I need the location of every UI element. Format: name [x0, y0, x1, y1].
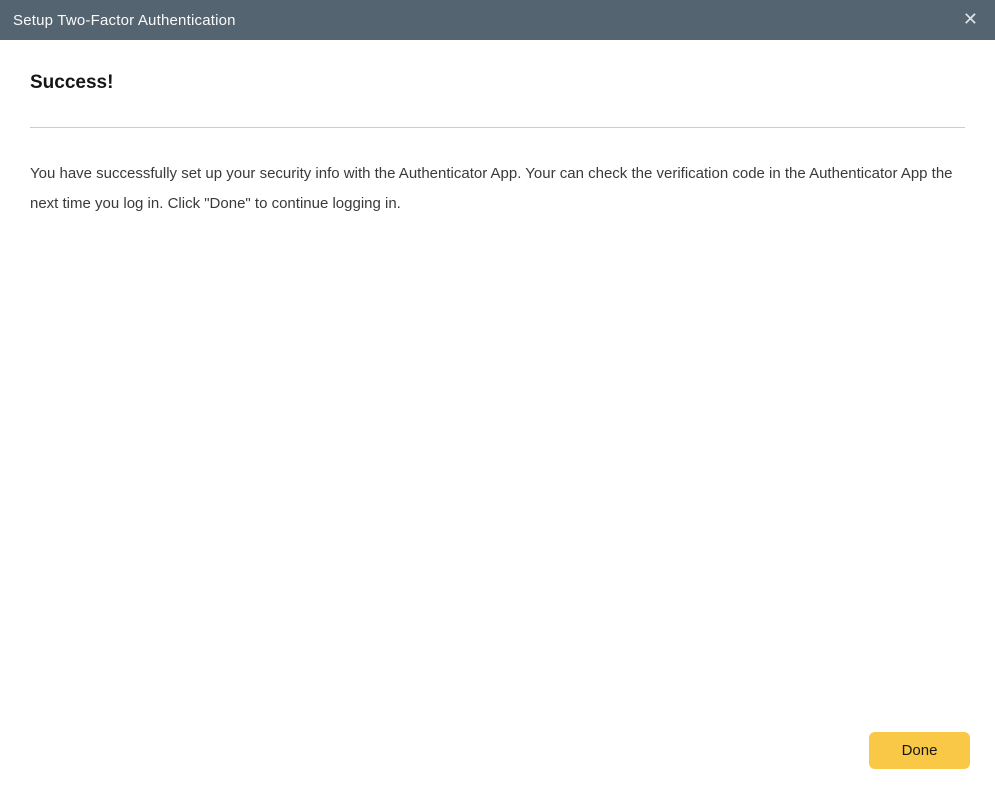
- success-message: You have successfully set up your securi…: [30, 165, 953, 212]
- dialog-header: Setup Two-Factor Authentication ✕: [0, 0, 995, 40]
- done-button[interactable]: Done: [869, 732, 970, 769]
- dialog-title: Setup Two-Factor Authentication: [13, 11, 236, 29]
- success-heading: Success!: [30, 72, 114, 93]
- two-factor-setup-dialog: Setup Two-Factor Authentication ✕ Succes…: [0, 0, 995, 796]
- divider: [30, 127, 965, 128]
- dialog-body: Success! You have successfully set up yo…: [0, 40, 995, 796]
- close-icon[interactable]: ✕: [959, 9, 982, 31]
